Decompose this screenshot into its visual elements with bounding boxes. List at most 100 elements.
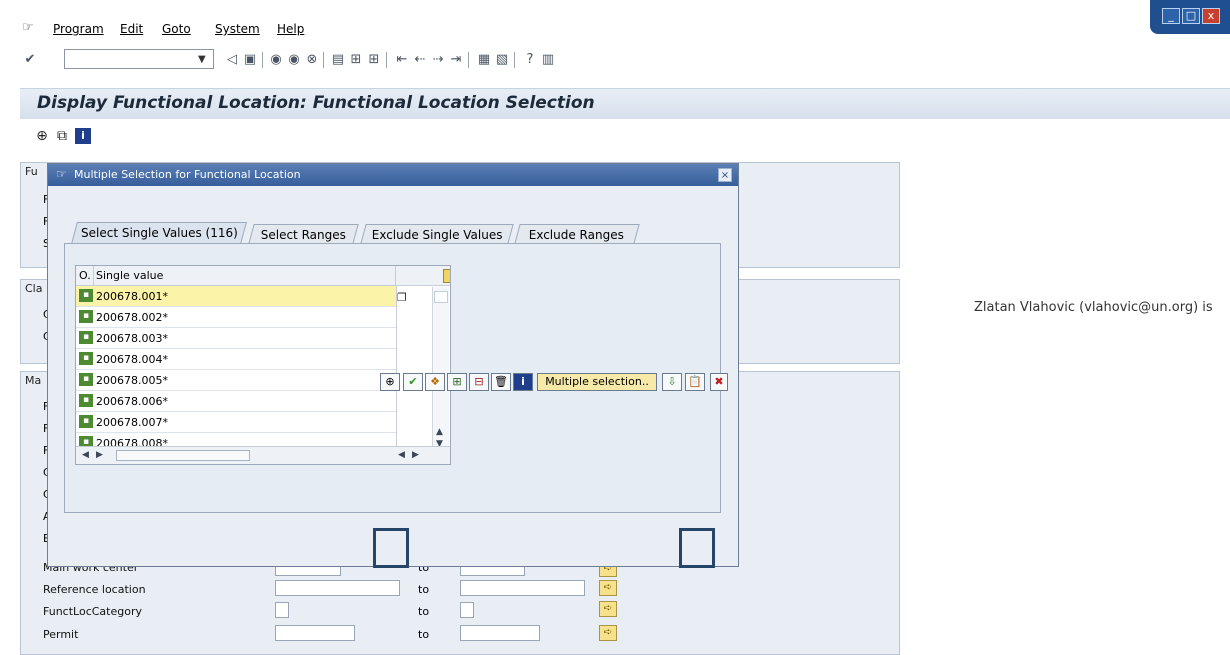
menu-help[interactable]: Help xyxy=(277,22,304,36)
tab-select-ranges[interactable]: Select Ranges xyxy=(248,224,359,244)
previous-page-icon[interactable]: ⇠ xyxy=(412,52,428,68)
functloc-category-to[interactable] xyxy=(460,602,474,618)
insert-row-button[interactable]: ⊞ xyxy=(447,373,467,391)
multiple-selection-button[interactable]: Multiple selection.. xyxy=(537,373,657,391)
table-settings-icon[interactable] xyxy=(443,269,450,283)
permit-label: Permit xyxy=(43,628,79,641)
command-dropdown-icon[interactable]: ▼ xyxy=(198,54,206,65)
select-option-icon[interactable]: ▪ xyxy=(79,394,93,407)
execute-icon[interactable]: ⊕ xyxy=(34,128,50,144)
variable-button[interactable]: ❖ xyxy=(425,373,445,391)
table-row[interactable]: ▪ 200678.006* xyxy=(76,391,396,412)
new-session-icon[interactable]: ▦ xyxy=(476,52,492,68)
select-option-icon[interactable]: ▪ xyxy=(79,352,93,365)
back-icon[interactable]: ◉ xyxy=(268,52,284,68)
import-button[interactable]: ⇩ xyxy=(662,373,682,391)
info-icon[interactable]: i xyxy=(75,128,91,144)
select-option-icon[interactable]: ▪ xyxy=(79,331,93,344)
scroll-up-icon[interactable]: ▲ xyxy=(436,427,443,437)
select-option-icon[interactable]: ▪ xyxy=(79,289,93,302)
command-field[interactable] xyxy=(64,49,214,69)
dialog-menu-icon[interactable]: ☞ xyxy=(56,167,67,181)
single-value-cell[interactable]: 200678.001* xyxy=(96,290,168,303)
permit-to[interactable] xyxy=(460,625,540,641)
menu-edit[interactable]: Edit xyxy=(120,22,143,36)
first-page-icon[interactable]: ⇤ xyxy=(394,52,410,68)
select-option-icon[interactable]: ▪ xyxy=(79,310,93,323)
scroll-thumb[interactable] xyxy=(116,450,250,461)
maximize-button[interactable]: □ xyxy=(1182,8,1200,24)
info-button[interactable]: i xyxy=(513,373,533,391)
tab-exclude-single-values[interactable]: Exclude Single Values xyxy=(360,224,514,244)
scroll-right-icon[interactable]: ▶ xyxy=(412,450,419,460)
cancel-icon[interactable]: ⊗ xyxy=(304,52,320,68)
scroll-left-icon[interactable]: ◀ xyxy=(398,450,405,460)
back-arrow-icon[interactable]: ◁ xyxy=(224,52,240,68)
scroll-right-icon[interactable]: ▶ xyxy=(96,450,103,460)
exit-icon[interactable]: ◉ xyxy=(286,52,302,68)
cancel-button[interactable]: ✖ xyxy=(710,373,728,391)
toolbar-separator xyxy=(514,52,515,68)
horizontal-scrollbar[interactable]: ◀ ▶ ◀ ▶ xyxy=(76,446,450,464)
delete-all-button[interactable]: 🗑 xyxy=(491,373,511,391)
to-label: to xyxy=(418,628,430,641)
permit-from[interactable] xyxy=(275,625,355,641)
menu-system[interactable]: System xyxy=(215,22,260,36)
functloc-category-from[interactable] xyxy=(275,602,289,618)
scroll-left-icon[interactable]: ◀ xyxy=(82,450,89,460)
single-values-table: O. Single value ▪ 200678.001* ▪ 200678.002… xyxy=(75,265,451,465)
table-row[interactable]: ▪ 200678.005* xyxy=(76,370,396,391)
print-icon[interactable]: ▤ xyxy=(330,52,346,68)
multiple-selection-arrow-button[interactable]: ➪ xyxy=(599,625,617,641)
select-option-icon[interactable]: ▪ xyxy=(79,415,93,428)
check-entries-button[interactable]: ✔ xyxy=(403,373,423,391)
tab-label: Select Single Values (116) xyxy=(80,226,238,240)
multiple-selection-arrow-button[interactable]: ➪ xyxy=(599,580,617,596)
single-value-cell[interactable]: 200678.003* xyxy=(96,332,168,345)
table-row[interactable]: ▪ 200678.007* xyxy=(76,412,396,433)
sap-menu-icon[interactable]: ☞ xyxy=(22,20,34,35)
vertical-scrollbar[interactable]: ▲ ▼ xyxy=(432,287,449,449)
scroll-checkbox[interactable] xyxy=(434,291,448,303)
table-header: O. Single value xyxy=(76,266,450,286)
shortcut-icon[interactable]: ▧ xyxy=(494,52,510,68)
menu-goto[interactable]: Goto xyxy=(162,22,191,36)
tab-select-single-values[interactable]: Select Single Values (116) xyxy=(71,222,247,244)
minimize-button[interactable]: _ xyxy=(1162,8,1180,24)
tab-label: Exclude Single Values xyxy=(371,228,503,242)
layout-menu-icon[interactable]: ▥ xyxy=(540,52,556,68)
single-value-cell[interactable]: 200678.002* xyxy=(96,311,168,324)
toolbar-separator xyxy=(262,52,263,68)
table-row[interactable]: ▪ 200678.003* xyxy=(76,328,396,349)
help-icon[interactable]: ? xyxy=(522,52,538,68)
menu-program[interactable]: Program xyxy=(53,22,104,36)
tab-exclude-ranges[interactable]: Exclude Ranges xyxy=(514,224,640,244)
get-variant-icon[interactable]: ⧉ xyxy=(54,128,70,144)
delete-row-button[interactable]: ⊟ xyxy=(469,373,489,391)
find-next-icon[interactable]: ⊞ xyxy=(366,52,382,68)
window-controls: _ □ x xyxy=(1150,0,1230,34)
reference-location-to[interactable] xyxy=(460,580,585,596)
table-row[interactable]: ▪ 200678.001* xyxy=(76,286,396,307)
toolbar-separator xyxy=(386,52,387,68)
close-window-button[interactable]: x xyxy=(1202,8,1220,24)
reference-location-from[interactable] xyxy=(275,580,400,596)
select-option-icon[interactable]: ▪ xyxy=(79,373,93,386)
last-page-icon[interactable]: ⇥ xyxy=(448,52,464,68)
dialog-title: Multiple Selection for Functional Locati… xyxy=(74,168,301,181)
next-page-icon[interactable]: ⇢ xyxy=(430,52,446,68)
value-help-icon[interactable]: ❐ xyxy=(397,291,407,304)
copy-execute-button[interactable]: ⊕ xyxy=(380,373,400,391)
save-icon[interactable]: ▣ xyxy=(242,52,258,68)
upload-clipboard-button[interactable]: 📋 xyxy=(685,373,705,391)
single-value-cell[interactable]: 200678.007* xyxy=(96,416,168,429)
single-value-cell[interactable]: 200678.005* xyxy=(96,374,168,387)
find-icon[interactable]: ⊞ xyxy=(348,52,364,68)
table-row[interactable]: ▪ 200678.004* xyxy=(76,349,396,370)
dialog-close-button[interactable]: × xyxy=(718,168,732,182)
single-value-cell[interactable]: 200678.006* xyxy=(96,395,168,408)
table-row[interactable]: ▪ 200678.002* xyxy=(76,307,396,328)
multiple-selection-arrow-button[interactable]: ➪ xyxy=(599,601,617,617)
enter-check-icon[interactable]: ✔ xyxy=(22,52,38,68)
single-value-cell[interactable]: 200678.004* xyxy=(96,353,168,366)
